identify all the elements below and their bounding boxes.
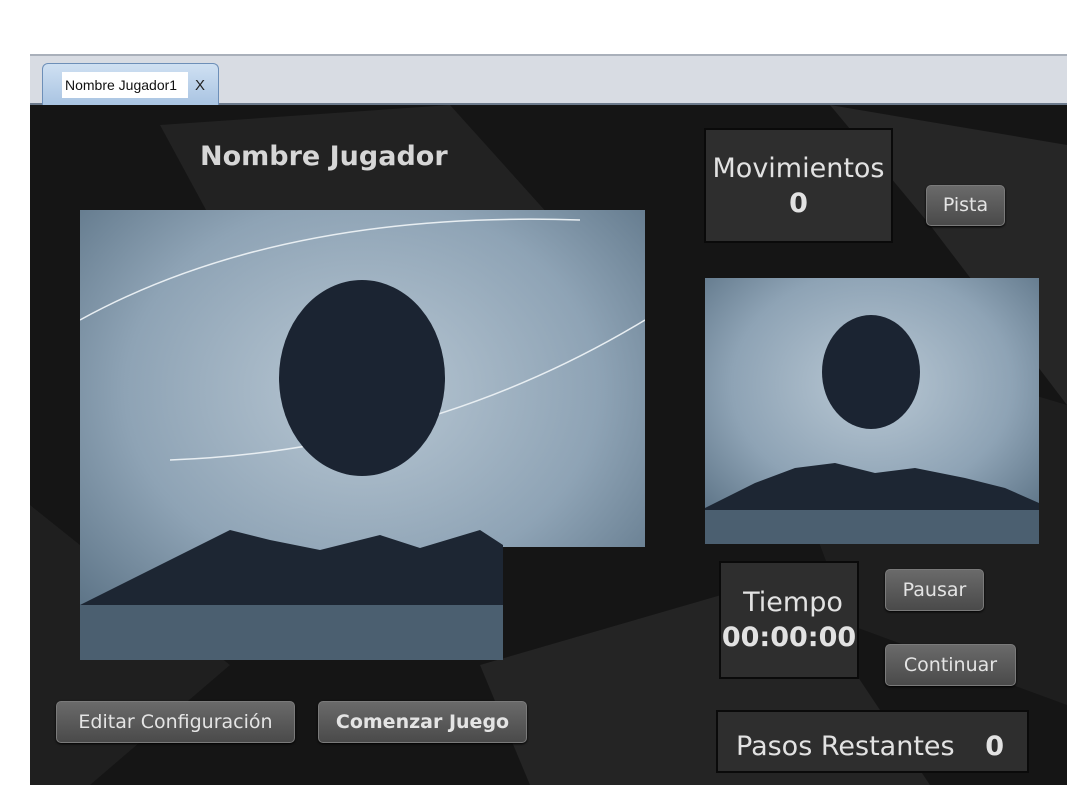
time-value: 00:00:00 <box>721 622 857 653</box>
time-label: Tiempo <box>743 587 843 618</box>
tab-title: Nombre Jugador1 <box>62 72 188 98</box>
remaining-value: 0 <box>985 731 1004 762</box>
hint-button[interactable]: Pista <box>926 185 1005 226</box>
pause-button[interactable]: Pausar <box>885 569 984 611</box>
edit-config-button[interactable]: Editar Configuración <box>56 701 295 743</box>
start-game-button[interactable]: Comenzar Juego <box>318 701 527 743</box>
tab-player[interactable]: Nombre Jugador1 X <box>42 63 219 105</box>
resume-button[interactable]: Continuar <box>885 644 1016 686</box>
puzzle-board[interactable] <box>80 210 645 660</box>
close-tab-button[interactable]: X <box>195 77 205 94</box>
remaining-steps: Pasos Restantes 0 <box>716 710 1029 773</box>
player-name-title: Nombre Jugador <box>200 141 448 172</box>
tab-bar: Nombre Jugador1 X <box>30 54 1067 105</box>
moves-label: Movimientos <box>712 153 885 184</box>
reference-image <box>705 278 1039 544</box>
game-panel: Nombre Jugador Movimientos 0 Pista Tiemp… <box>30 105 1067 785</box>
remaining-label: Pasos Restantes <box>736 731 955 762</box>
moves-counter: Movimientos 0 <box>704 128 893 243</box>
timer: Tiempo 00:00:00 <box>719 561 859 679</box>
moves-value: 0 <box>789 188 808 219</box>
